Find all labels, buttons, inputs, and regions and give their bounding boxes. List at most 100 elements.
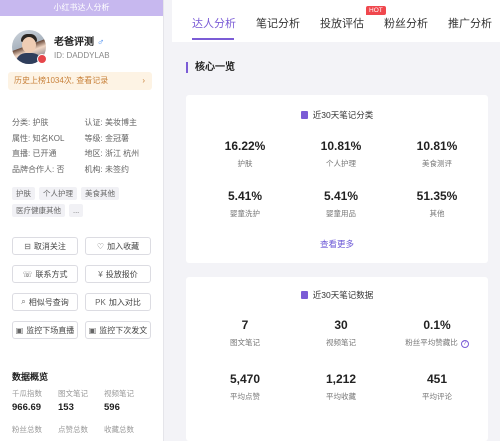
verified-badge-icon [37, 54, 47, 64]
attr-region: 地区: 浙江 杭州 [84, 149, 140, 158]
add-favorite-button[interactable]: ♡ 加入收藏 [85, 237, 151, 255]
metric-value: 5,470 [229, 372, 261, 386]
attr-brand-partner: 品牌合作人: 否 [12, 164, 65, 174]
heart-icon: ♡ [96, 241, 105, 251]
monitor-post-icon: ▣ [88, 325, 97, 335]
overview-value: 596 [104, 402, 120, 413]
overview-value: 966.69 [12, 402, 42, 413]
metric-value: 1,212 [325, 372, 357, 386]
metric-label: 婴童用品 [326, 209, 356, 218]
overview-labels-secondary: 粉丝总数 点赞总数 收藏总数 [12, 424, 150, 435]
attr-level: 等级: 金冠薯 [84, 133, 129, 143]
similar-search-button[interactable]: ⌕ 相似号查询 [12, 293, 78, 311]
metric-label: 粉丝平均赞藏比 [405, 338, 458, 347]
attr-live: 直播: 已开通 [12, 149, 57, 158]
metric-label: 视频笔记 [326, 338, 356, 347]
metric-value: 5.41% [323, 189, 359, 203]
metric-label: 其他 [429, 209, 445, 218]
overview-label: 千瓜指数 [12, 389, 42, 398]
profile-name-row: 老爸评测 ♂ [54, 33, 105, 48]
add-compare-button[interactable]: PK 加入对比 [85, 293, 151, 311]
tab-note-analysis[interactable]: 笔记分析 [256, 15, 300, 31]
help-icon[interactable]: ? [460, 340, 469, 348]
note-category-card: 近30天笔记分类 16.22% 护肤 10.81% 个人护理 10.81% 美食测评 … [186, 95, 488, 263]
attr-certification: 认证: 美妆博主 [84, 118, 137, 127]
metric-value: 30 [334, 318, 348, 332]
metric-value: 51.35% [416, 189, 458, 203]
tab-placement-evaluation[interactable]: 投放评估 [320, 15, 364, 31]
unfollow-button[interactable]: ⊟ 取消关注 [12, 237, 78, 255]
history-ranking-text: 历史上榜1034次, 查看记录 [14, 76, 109, 85]
monitor-live-button[interactable]: ▣ 监控下场直播 [12, 321, 78, 339]
action-buttons: ⊟ 取消关注 ♡ 加入收藏 ☏ 联系方式 ¥ 投放报价 ⌕ 相似号查询 PK 加入对比 ▣ 监… [12, 237, 151, 339]
card-title: 近30天笔记分类 [186, 109, 488, 121]
tag-list: 护肤 个人护理 美食其他 医疗健康其他 ... [12, 187, 157, 217]
creator-sidebar: 小红书达人分析 老爸评测 ♂ ID: DADDYLAB 历史上榜1034次, 查看… [0, 0, 164, 441]
metric-label: 平均评论 [422, 392, 452, 401]
metric-label: 平均收藏 [326, 392, 356, 401]
metric-item: 51.35% 其他 [387, 189, 487, 219]
price-quote-button[interactable]: ¥ 投放报价 [85, 265, 151, 283]
tag-more[interactable]: ... [69, 204, 84, 217]
overview-label: 点赞总数 [58, 425, 88, 434]
metric-value: 5.41% [227, 189, 263, 203]
metric-item: 5,470 平均点赞 [195, 372, 295, 402]
book-icon [300, 291, 308, 299]
metric-item: 0.1% 粉丝平均赞藏比? [387, 318, 487, 348]
tab-creator-analysis[interactable]: 达人分析 [192, 15, 236, 31]
male-icon: ♂ [97, 37, 105, 48]
tag-item[interactable]: 个人护理 [39, 187, 77, 200]
monitor-live-icon: ▣ [15, 325, 24, 335]
metric-label: 美食测评 [422, 159, 452, 168]
card-title: 近30天笔记数据 [186, 289, 488, 301]
metric-label: 个人护理 [326, 159, 356, 168]
contact-icon: ☏ [22, 269, 33, 279]
metric-label: 护肤 [237, 159, 253, 168]
metric-value: 10.81% [416, 139, 458, 153]
metric-label: 图文笔记 [230, 338, 260, 347]
overview-title: 数据概览 [12, 372, 49, 382]
overview-label: 收藏总数 [104, 425, 134, 434]
metric-item: 30 视频笔记 [291, 318, 391, 348]
view-more-link[interactable]: 查看更多 [186, 238, 488, 250]
hot-badge: HOT [366, 6, 386, 15]
metric-value: 16.22% [224, 139, 266, 153]
overview-label: 粉丝总数 [12, 425, 42, 434]
tag-item[interactable]: 美食其他 [81, 187, 119, 200]
tab-promotion-analysis[interactable]: 推广分析 [448, 15, 492, 31]
overview-value: 153 [58, 402, 74, 413]
profile-name: 老爸评测 [54, 37, 94, 48]
metric-label-row: 粉丝平均赞藏比? [387, 337, 487, 348]
profile-id: ID: DADDYLAB [54, 51, 110, 60]
metric-label: 平均点赞 [230, 392, 260, 401]
history-ranking-banner[interactable]: 历史上榜1034次, 查看记录 › [8, 72, 152, 90]
overview-label: 图文笔记 [58, 389, 88, 398]
note-data-card: 近30天笔记数据 7 图文笔记 30 视频笔记 0.1% 粉丝平均赞藏比? 5,470… [186, 277, 488, 441]
overview-labels: 千瓜指数 图文笔记 视频笔记 [12, 388, 150, 399]
tag-item[interactable]: 医疗健康其他 [12, 204, 65, 217]
price-icon: ¥ [98, 269, 103, 279]
metric-value: 0.1% [423, 318, 451, 332]
compare-icon: PK [95, 297, 106, 307]
metric-label: 婴童洗护 [230, 209, 260, 218]
book-icon [300, 111, 308, 119]
section-title: 核心一览 [186, 62, 235, 73]
metric-value: 7 [241, 318, 249, 332]
minus-square-icon: ⊟ [24, 241, 31, 251]
chevron-right-icon: › [142, 76, 145, 85]
tag-item[interactable]: 护肤 [12, 187, 35, 200]
overview-values: 966.69 153 596 [12, 402, 150, 413]
attr-category: 分类: 护肤 [12, 118, 49, 127]
metric-value: 10.81% [320, 139, 362, 153]
profile-card: 老爸评测 ♂ ID: DADDYLAB [12, 30, 157, 64]
metric-item: 5.41% 婴童用品 [291, 189, 391, 219]
attr-property: 属性: 知名KOL [12, 133, 65, 143]
contact-button[interactable]: ☏ 联系方式 [12, 265, 78, 283]
monitor-post-button[interactable]: ▣ 监控下次发文 [85, 321, 151, 339]
tab-fan-analysis[interactable]: 粉丝分析 [384, 15, 428, 31]
metric-item: 16.22% 护肤 [195, 139, 295, 169]
metric-item: 1,212 平均收藏 [291, 372, 391, 402]
search-icon: ⌕ [21, 297, 26, 306]
attribute-list: 分类: 护肤 认证: 美妆博主 属性: 知名KOL 等级: 金冠薯 直播: 已开通 地… [12, 117, 157, 179]
tab-bar: 达人分析 笔记分析 投放评估 HOT 粉丝分析 推广分析 [172, 0, 500, 42]
